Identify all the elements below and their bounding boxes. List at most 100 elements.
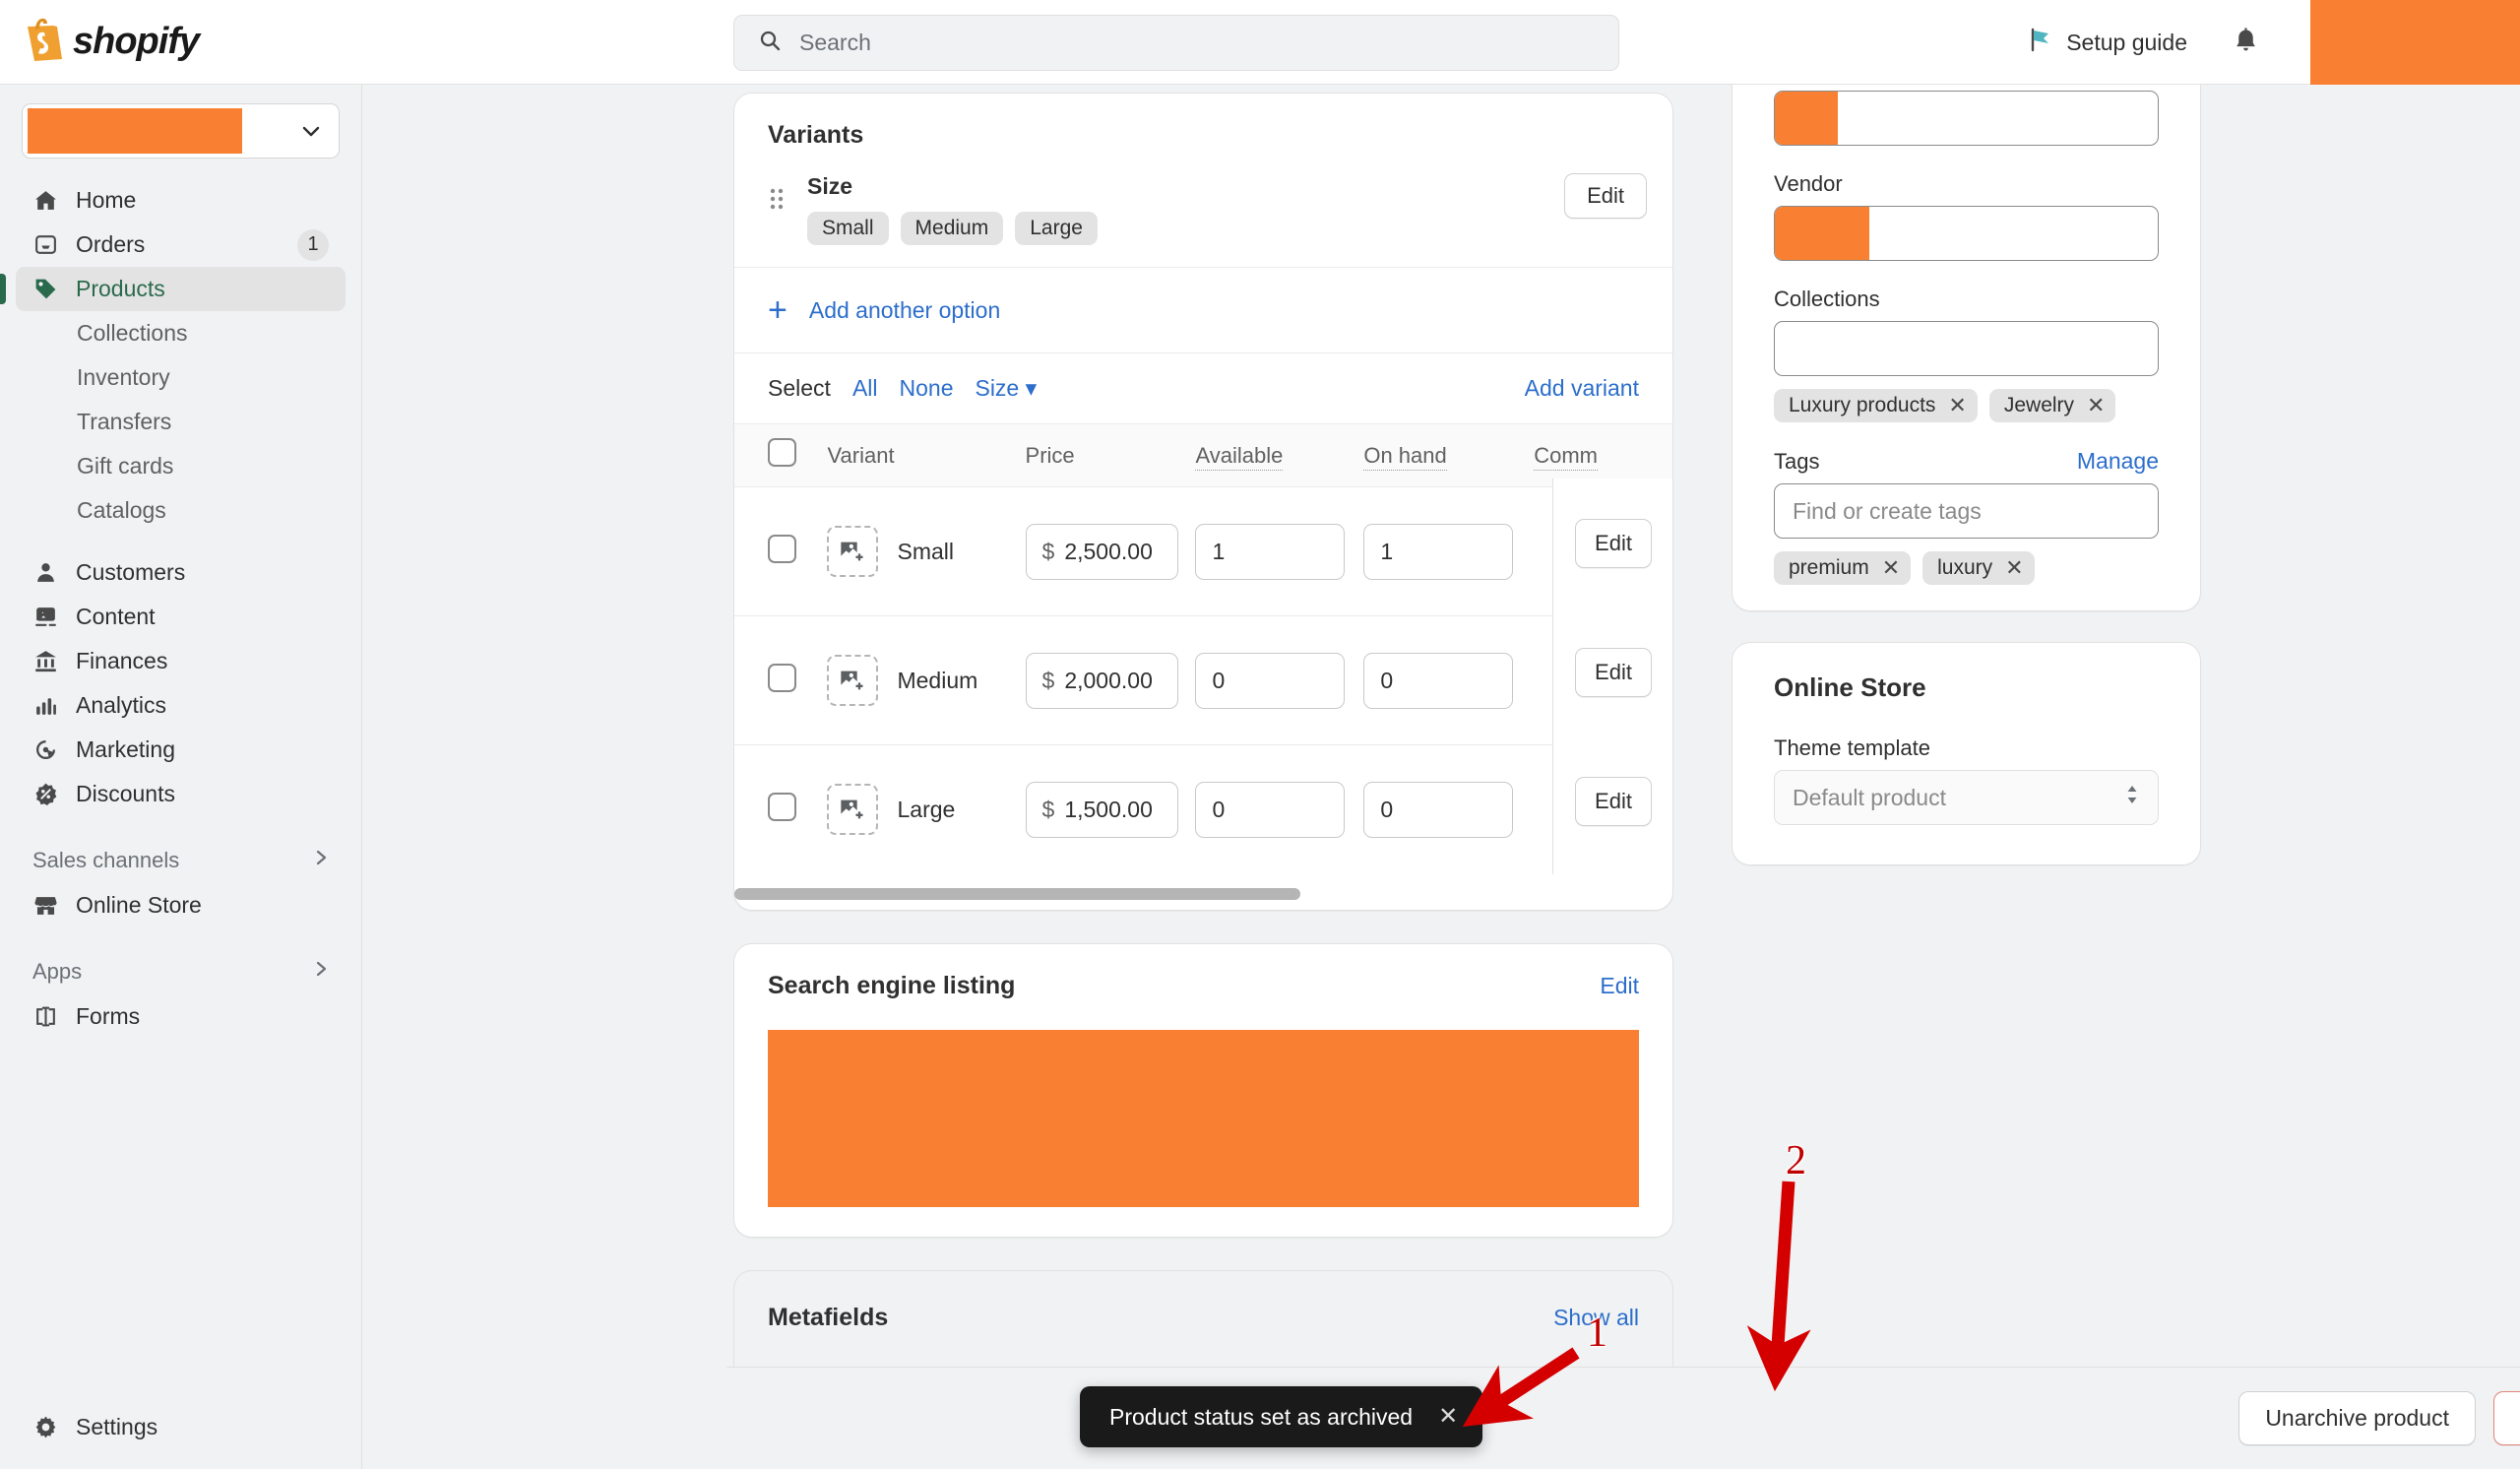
column-header-price: Price: [1025, 423, 1196, 487]
add-image-icon[interactable]: [827, 655, 879, 706]
sidebar-item-inventory[interactable]: Inventory: [16, 355, 346, 400]
row-checkbox[interactable]: [768, 792, 796, 821]
on-hand-input[interactable]: 0: [1363, 652, 1514, 709]
close-icon[interactable]: ✕: [2005, 557, 2023, 579]
setup-guide-button[interactable]: Setup guide: [2012, 17, 2203, 68]
theme-template-select[interactable]: Default product: [1774, 770, 2159, 825]
close-icon[interactable]: ✕: [1948, 395, 1966, 416]
product-tag-label: luxury: [1937, 556, 1993, 579]
search-input[interactable]: Search: [799, 30, 871, 56]
account-menu-redacted[interactable]: [2310, 0, 2520, 85]
sidebar-item-content[interactable]: Content: [16, 595, 346, 639]
price-input[interactable]: $ 2,000.00: [1025, 652, 1178, 709]
available-input[interactable]: 0: [1195, 652, 1346, 709]
add-variant-link[interactable]: Add variant: [1525, 375, 1639, 402]
store-switcher[interactable]: [22, 103, 340, 159]
variants-table-header: Variant Price Available On hand Comm: [734, 423, 1672, 487]
sidebar-item-settings[interactable]: Settings: [16, 1405, 346, 1449]
collection-tag-list: Luxury products ✕ Jewelry ✕: [1774, 389, 2159, 422]
select-label: Select: [768, 375, 831, 401]
select-all-checkbox[interactable]: [768, 438, 796, 467]
edit-variant-button[interactable]: Edit: [1575, 519, 1652, 568]
scrollbar-thumb[interactable]: [734, 887, 1300, 900]
sidebar-item-marketing[interactable]: Marketing: [16, 728, 346, 772]
seo-title: Search engine listing: [768, 971, 1016, 999]
seo-edit-link[interactable]: Edit: [1600, 973, 1639, 999]
close-icon[interactable]: ✕: [1438, 1405, 1458, 1429]
bottom-action-bar: Unarchive product Delete product Save: [726, 1367, 2520, 1469]
add-image-icon[interactable]: [827, 784, 879, 836]
settings-row: Settings: [0, 1405, 362, 1449]
sidebar-item-gift-cards[interactable]: Gift cards: [16, 444, 346, 488]
tags-manage-link[interactable]: Manage: [2077, 448, 2159, 475]
available-input[interactable]: 1: [1195, 523, 1346, 580]
sidebar-item-transfers[interactable]: Transfers: [16, 400, 346, 444]
row-checkbox-cell: [734, 615, 828, 745]
sidebar-item-label: Home: [76, 187, 137, 213]
collections-input[interactable]: [1774, 321, 2159, 376]
unarchive-product-button[interactable]: Unarchive product: [2238, 1391, 2476, 1445]
shopify-bag-icon: [24, 18, 63, 67]
close-icon[interactable]: ✕: [2087, 395, 2105, 416]
global-search[interactable]: Search: [733, 15, 1619, 71]
on-hand-input[interactable]: 1: [1363, 523, 1514, 580]
edit-option-button[interactable]: Edit: [1564, 173, 1647, 219]
drag-handle-icon[interactable]: [768, 173, 786, 221]
row-checkbox[interactable]: [768, 663, 796, 692]
row-checkbox[interactable]: [768, 534, 796, 563]
toast-message: Product status set as archived: [1109, 1403, 1414, 1430]
available-input[interactable]: 0: [1195, 781, 1346, 838]
variants-table: Variant Price Available On hand Comm Sma…: [734, 423, 1672, 874]
sales-channels-section[interactable]: Sales channels: [16, 842, 346, 879]
add-another-option-button[interactable]: + Add another option: [734, 268, 1672, 353]
sidebar-item-analytics[interactable]: Analytics: [16, 683, 346, 728]
sidebar-item-orders[interactable]: Orders 1: [16, 223, 346, 267]
edit-variant-button[interactable]: Edit: [1575, 777, 1652, 826]
chevron-right-icon: [314, 959, 329, 985]
apps-section[interactable]: Apps: [16, 953, 346, 990]
bar-chart-icon: [32, 693, 58, 719]
sidebar-item-forms[interactable]: Forms: [16, 994, 346, 1039]
collections-label: Collections: [1774, 287, 1880, 311]
sidebar-item-products[interactable]: Products: [0, 267, 346, 311]
variants-horizontal-scrollbar[interactable]: [734, 884, 1672, 902]
select-none-link[interactable]: None: [900, 375, 954, 402]
sidebar-item-home[interactable]: Home: [16, 178, 346, 223]
add-image-icon[interactable]: [827, 526, 879, 577]
metafields-show-all-link[interactable]: Show all: [1553, 1305, 1639, 1331]
sidebar-item-catalogs[interactable]: Catalogs: [16, 488, 346, 533]
notifications-button[interactable]: [2217, 17, 2275, 69]
product-tag-label: premium: [1789, 556, 1869, 579]
vendor-input[interactable]: [1774, 206, 2159, 261]
on-hand-input[interactable]: 0: [1363, 781, 1514, 838]
chevron-right-icon: [314, 848, 329, 873]
sidebar-item-customers[interactable]: Customers: [16, 550, 346, 595]
sidebar-item-online-store[interactable]: Online Store: [16, 883, 346, 927]
plus-icon: +: [768, 291, 788, 329]
row-variant-cell: Large: [827, 745, 1025, 874]
gear-icon: [32, 1415, 58, 1440]
price-input[interactable]: $ 2,500.00: [1025, 523, 1178, 580]
select-group-dropdown[interactable]: Size ▾: [975, 375, 1037, 402]
table-row[interactable]: Large $ 1,500.00 0 0: [734, 745, 1672, 874]
table-row[interactable]: Medium $ 2,000.00 0 0: [734, 615, 1672, 745]
sidebar-item-label: Customers: [76, 559, 186, 585]
sidebar-item-collections[interactable]: Collections: [16, 311, 346, 355]
shopify-logo[interactable]: shopify: [24, 18, 200, 67]
product-type-input[interactable]: [1774, 91, 2159, 146]
tags-input[interactable]: Find or create tags: [1774, 483, 2159, 539]
close-icon[interactable]: ✕: [1882, 557, 1900, 579]
variants-card: Variants Size Small Medium Large Edit + …: [733, 93, 1673, 911]
sidebar-item-discounts[interactable]: Discounts: [16, 772, 346, 816]
table-row[interactable]: Small $ 2,500.00 1 1: [734, 486, 1672, 616]
edit-variant-button[interactable]: Edit: [1575, 648, 1652, 697]
forms-icon: [32, 1004, 58, 1030]
online-store-title: Online Store: [1774, 672, 1926, 702]
delete-product-button[interactable]: Delete product: [2492, 1391, 2520, 1445]
sidebar-item-finances[interactable]: Finances: [16, 639, 346, 683]
price-input[interactable]: $ 1,500.00: [1025, 781, 1178, 838]
select-all-link[interactable]: All: [852, 375, 878, 402]
row-on-hand-cell: 0: [1363, 615, 1535, 745]
option-value-chip: Medium: [900, 212, 1004, 245]
variants-table-scroll: Variant Price Available On hand Comm Sma…: [734, 423, 1672, 874]
